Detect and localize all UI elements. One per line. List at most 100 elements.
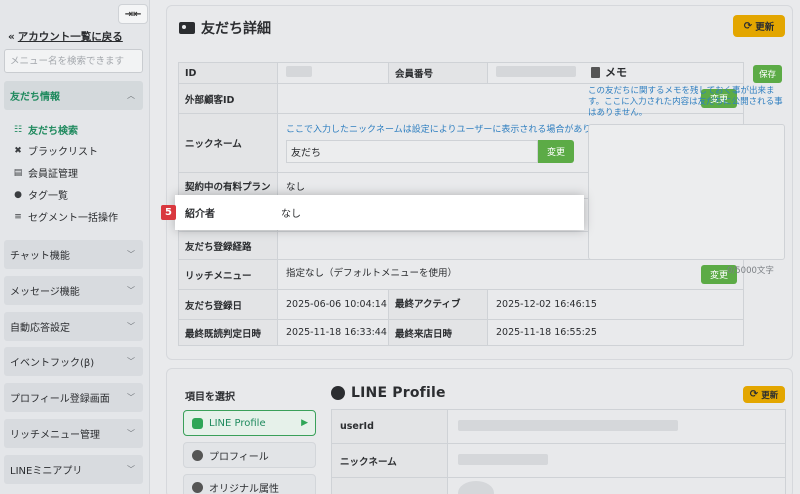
sidebar-section-label: LINEミニアプリ [10,466,83,477]
friend-search-icon: ☷ [13,124,23,135]
tags-icon [192,481,203,493]
chevron-down-icon: ﹀ [127,465,135,474]
richmenu-cell: 指定なし（デフォルトメニューを使用） 変更 [277,259,744,290]
back-link-label: アカウント一覧に戻る [17,31,123,43]
line-profile-panel: 項目を選択 LINE Profile ▶ プロフィール オリジナル属性 LINE… [166,368,793,494]
sidebar-section-label: 自動応答設定 [10,323,70,334]
member-no-label: 会員番号 [388,62,488,84]
select-item-label: LINE Profile [209,417,266,429]
sidebar-item-friend-search[interactable]: ☷ 友だち検索 [12,122,78,138]
last-read-value: 2025-11-18 16:33:44 [277,319,389,346]
member-card-icon: ▤ [13,167,23,178]
memo-title: メモ [591,64,627,80]
sidebar-section-label: 友だち情報 [10,92,60,103]
last-active-value: 2025-12-02 16:46:15 [487,289,744,320]
registered-value: 2025-06-06 10:04:14 [277,289,389,320]
external-id-label: 外部顧客ID [178,83,278,114]
refresh-label: 更新 [761,390,779,401]
memo-title-text: メモ [605,66,627,79]
refresh-button[interactable]: ⟳ 更新 [733,15,785,37]
sidebar: ⇥⇤ «アカウント一覧に戻る 友だち情報 ︿ ☷ 友だち検索 ✖ ブラックリスト ▤… [0,0,150,494]
select-item-line-profile[interactable]: LINE Profile ▶ [183,410,316,436]
select-item-original-attr[interactable]: オリジナル属性 [183,474,316,494]
last-visit-label: 最終来店日時 [388,319,488,346]
id-card-icon [179,22,195,34]
sidebar-section-message[interactable]: メッセージ機能 ﹀ [4,276,143,305]
sidebar-section-friend-info[interactable]: 友だち情報 ︿ [4,81,143,110]
chevron-down-icon: ﹀ [127,357,135,366]
user-block-icon: ✖ [14,145,22,156]
memo-textarea[interactable] [588,124,785,260]
step-number-badge: 5 [161,205,176,220]
refresh-icon: ⟳ [743,20,753,32]
sidebar-item-segment[interactable]: ≡ セグメント一括操作 [12,209,118,225]
profile-nickname-label: ニックネーム [331,443,448,478]
line-profile-title-text: LINE Profile [351,385,446,401]
userid-value [447,409,786,444]
memo-char-counter: 0/5000文字 [727,266,774,276]
id-value [277,62,389,84]
select-item-label: オリジナル属性 [209,483,279,494]
profile-nickname-value [447,443,786,478]
sidebar-item-label: 会員証管理 [28,169,78,180]
menu-search-input[interactable] [4,49,143,73]
referrer-label: 紹介者 [185,209,215,220]
sidebar-item-tag-list[interactable]: ● タグ一覧 [12,187,68,203]
page-title-text: 友だち詳細 [201,21,271,37]
line-logo-icon [331,386,345,400]
chevron-down-icon: ﹀ [127,429,135,438]
sidebar-section-profile-form[interactable]: プロフィール登録画面 ﹀ [4,383,143,412]
friend-detail-panel: 友だち詳細 ⟳ 更新 ID 会員番号 外部顧客ID 変更 ニックネーム ここで入力… [166,5,793,360]
sidebar-section-chat[interactable]: チャット機能 ﹀ [4,240,143,269]
memo-note: この友だちに関するメモを残しておく事が出来ます。ここに入力された内容は友だちに公… [588,86,783,118]
refresh-label: 更新 [755,22,775,33]
select-item-title: 項目を選択 [185,392,235,403]
referrer-value: なし [281,209,301,220]
sidebar-item-label: 友だち検索 [28,126,78,137]
back-to-accounts-link[interactable]: «アカウント一覧に戻る [8,29,123,44]
line-logo-icon [192,417,203,429]
last-read-label: 最終既読判定日時 [178,319,278,346]
memo-edit-icon [591,66,600,78]
profile-avatar-label [331,477,448,494]
sidebar-section-event-hook[interactable]: イベントフック(β) ﹀ [4,347,143,376]
select-item-profile[interactable]: プロフィール [183,442,316,468]
sidebar-section-label: イベントフック(β) [10,358,95,369]
route-label: 友だち登録経路 [178,231,278,260]
memo-save-button[interactable]: 保存 [753,65,783,83]
double-chevron-left-icon: « [8,31,15,43]
line-profile-title: LINE Profile [331,385,446,401]
sidebar-section-auto-reply[interactable]: 自動応答設定 ﹀ [4,312,143,341]
id-label: ID [178,62,278,84]
chevron-down-icon: ﹀ [127,393,135,402]
sidebar-section-label: メッセージ機能 [10,287,80,298]
sidebar-item-label: ブラックリスト [28,147,98,158]
sidebar-section-label: プロフィール登録画面 [10,394,110,405]
last-active-label: 最終アクティブ [388,289,488,320]
tag-users-icon: ● [14,189,22,200]
sidebar-section-label: リッチメニュー管理 [10,430,100,441]
profile-refresh-button[interactable]: ⟳ 更新 [743,386,785,403]
sidebar-item-blacklist[interactable]: ✖ ブラックリスト [12,143,98,159]
chevron-up-icon: ︿ [127,91,135,100]
sidebar-section-rich-menu[interactable]: リッチメニュー管理 ﹀ [4,419,143,448]
sidebar-item-label: タグ一覧 [28,191,68,202]
collapse-sidebar-button[interactable]: ⇥⇤ [118,4,148,24]
nickname-input[interactable] [286,139,538,163]
nickname-label: ニックネーム [178,113,278,173]
sidebar-section-label: チャット機能 [10,251,70,262]
nickname-change-button[interactable]: 変更 [538,139,574,163]
sidebar-item-member-card[interactable]: ▤ 会員証管理 [12,165,78,181]
chevron-down-icon: ﹀ [127,322,135,331]
userid-label: userId [331,409,448,444]
richmenu-value: 指定なし（デフォルトメニューを使用） [286,268,458,279]
caret-right-icon: ▶ [301,418,308,428]
sidebar-section-mini-app[interactable]: LINEミニアプリ ﹀ [4,455,143,484]
database-icon: ≡ [14,211,22,222]
chevron-down-icon: ﹀ [127,286,135,295]
registered-label: 友だち登録日 [178,289,278,320]
profile-avatar-value [447,477,786,494]
select-item-label: プロフィール [209,451,269,463]
refresh-icon: ⟳ [749,389,759,400]
referrer-row-highlight: 紹介者 なし [175,195,584,230]
